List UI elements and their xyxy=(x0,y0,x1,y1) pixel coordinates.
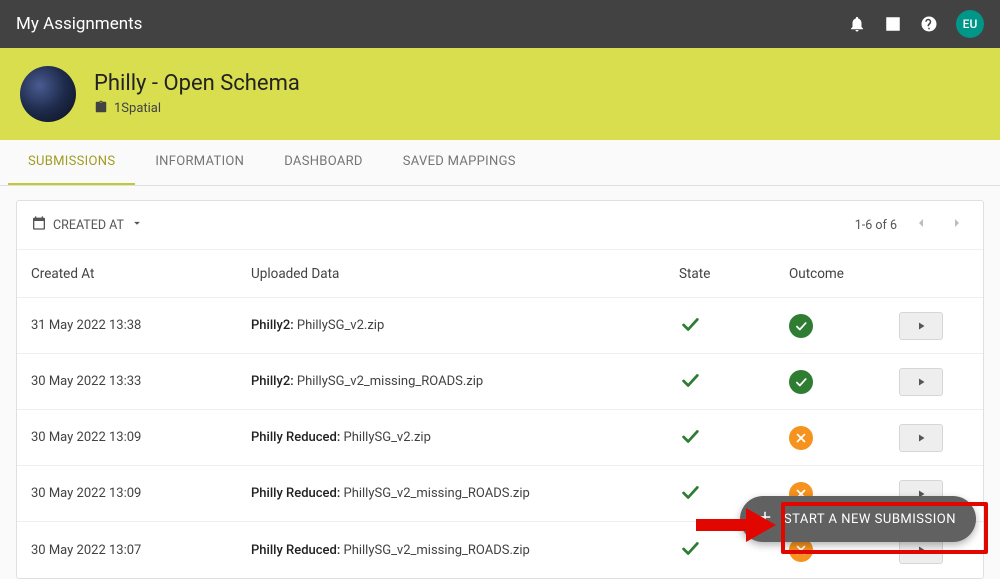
topbar-actions: EU xyxy=(848,10,984,38)
tab-dashboard[interactable]: DASHBOARD xyxy=(264,140,383,185)
open-submission-button[interactable] xyxy=(899,368,943,396)
check-icon xyxy=(679,369,701,395)
cell-state xyxy=(679,313,789,339)
list-toolbar: CREATED AT 1-6 of 6 xyxy=(17,201,983,250)
tab-submissions[interactable]: SUBMISSIONS xyxy=(8,140,135,185)
dataset-name: Philly Reduced: xyxy=(251,430,344,445)
col-created: Created At xyxy=(31,266,251,282)
cell-created: 30 May 2022 13:33 xyxy=(31,374,251,389)
check-icon xyxy=(679,313,701,339)
tab-saved-mappings[interactable]: SAVED MAPPINGS xyxy=(383,140,536,185)
sort-label: CREATED AT xyxy=(53,218,124,233)
cell-action xyxy=(899,368,969,396)
page-prev[interactable] xyxy=(909,211,933,239)
calendar-icon xyxy=(31,215,47,235)
file-name: PhillySG_v2_missing_ROADS.zip xyxy=(344,486,530,501)
assignment-header: Philly - Open Schema 1Spatial xyxy=(0,48,1000,140)
outcome-pass-icon xyxy=(789,370,813,394)
file-name: PhillySG_v2.zip xyxy=(344,430,431,445)
notifications-icon[interactable] xyxy=(848,15,866,33)
help-icon[interactable] xyxy=(920,15,938,33)
start-new-submission-button[interactable]: START A NEW SUBMISSION xyxy=(740,496,976,542)
pagination: 1-6 of 6 xyxy=(855,211,969,239)
assignment-org-label: 1Spatial xyxy=(114,101,161,116)
tabs: SUBMISSIONS INFORMATION DASHBOARD SAVED … xyxy=(0,140,1000,186)
dataset-name: Philly Reduced: xyxy=(251,543,344,558)
chevron-down-icon xyxy=(130,216,144,234)
table-row: 31 May 2022 13:38Philly2: PhillySG_v2.zi… xyxy=(17,298,983,354)
pagination-label: 1-6 of 6 xyxy=(855,218,897,233)
page-next[interactable] xyxy=(945,211,969,239)
cell-outcome xyxy=(789,370,899,394)
user-avatar[interactable]: EU xyxy=(956,10,984,38)
open-submission-button[interactable] xyxy=(899,424,943,452)
assignment-org: 1Spatial xyxy=(94,100,300,118)
dataset-name: Philly2: xyxy=(251,318,297,333)
cell-state xyxy=(679,369,789,395)
open-submission-button[interactable] xyxy=(899,312,943,340)
col-outcome: Outcome xyxy=(789,266,899,282)
cell-outcome xyxy=(789,314,899,338)
page-title: My Assignments xyxy=(16,14,848,34)
file-name: PhillySG_v2.zip xyxy=(297,318,384,333)
table-row: 30 May 2022 13:09Philly Reduced: PhillyS… xyxy=(17,410,983,466)
cell-action xyxy=(899,312,969,340)
cell-created: 30 May 2022 13:09 xyxy=(31,430,251,445)
cell-action xyxy=(899,424,969,452)
cell-uploaded: Philly Reduced: PhillySG_v2_missing_ROAD… xyxy=(251,543,679,558)
cell-state xyxy=(679,425,789,451)
cell-created: 31 May 2022 13:38 xyxy=(31,318,251,333)
cell-uploaded: Philly Reduced: PhillySG_v2.zip xyxy=(251,430,679,445)
assignment-text: Philly - Open Schema 1Spatial xyxy=(94,71,300,118)
tab-information[interactable]: INFORMATION xyxy=(135,140,264,185)
assignment-title: Philly - Open Schema xyxy=(94,71,300,96)
assignment-thumbnail xyxy=(20,66,76,122)
cell-created: 30 May 2022 13:07 xyxy=(31,543,251,558)
check-icon xyxy=(679,537,701,563)
file-name: PhillySG_v2_missing_ROADS.zip xyxy=(297,374,483,389)
outcome-fail-icon xyxy=(789,426,813,450)
cell-outcome xyxy=(789,426,899,450)
cell-uploaded: Philly Reduced: PhillySG_v2_missing_ROAD… xyxy=(251,486,679,501)
col-state: State xyxy=(679,266,789,282)
fab-label: START A NEW SUBMISSION xyxy=(784,512,956,527)
table-row: 30 May 2022 13:33Philly2: PhillySG_v2_mi… xyxy=(17,354,983,410)
topbar: My Assignments EU xyxy=(0,0,1000,48)
cell-uploaded: Philly2: PhillySG_v2.zip xyxy=(251,318,679,333)
clipboard-icon xyxy=(94,100,108,118)
table-header: Created At Uploaded Data State Outcome xyxy=(17,250,983,298)
check-icon xyxy=(679,481,701,507)
check-icon xyxy=(679,425,701,451)
cell-created: 30 May 2022 13:09 xyxy=(31,486,251,501)
dataset-name: Philly2: xyxy=(251,374,297,389)
outcome-pass-icon xyxy=(789,314,813,338)
dataset-name: Philly Reduced: xyxy=(251,486,344,501)
sort-control[interactable]: CREATED AT xyxy=(31,215,144,235)
plus-icon xyxy=(756,508,774,530)
file-name: PhillySG_v2_missing_ROADS.zip xyxy=(344,543,530,558)
cell-uploaded: Philly2: PhillySG_v2_missing_ROADS.zip xyxy=(251,374,679,389)
analytics-icon[interactable] xyxy=(884,15,902,33)
col-uploaded: Uploaded Data xyxy=(251,266,679,282)
